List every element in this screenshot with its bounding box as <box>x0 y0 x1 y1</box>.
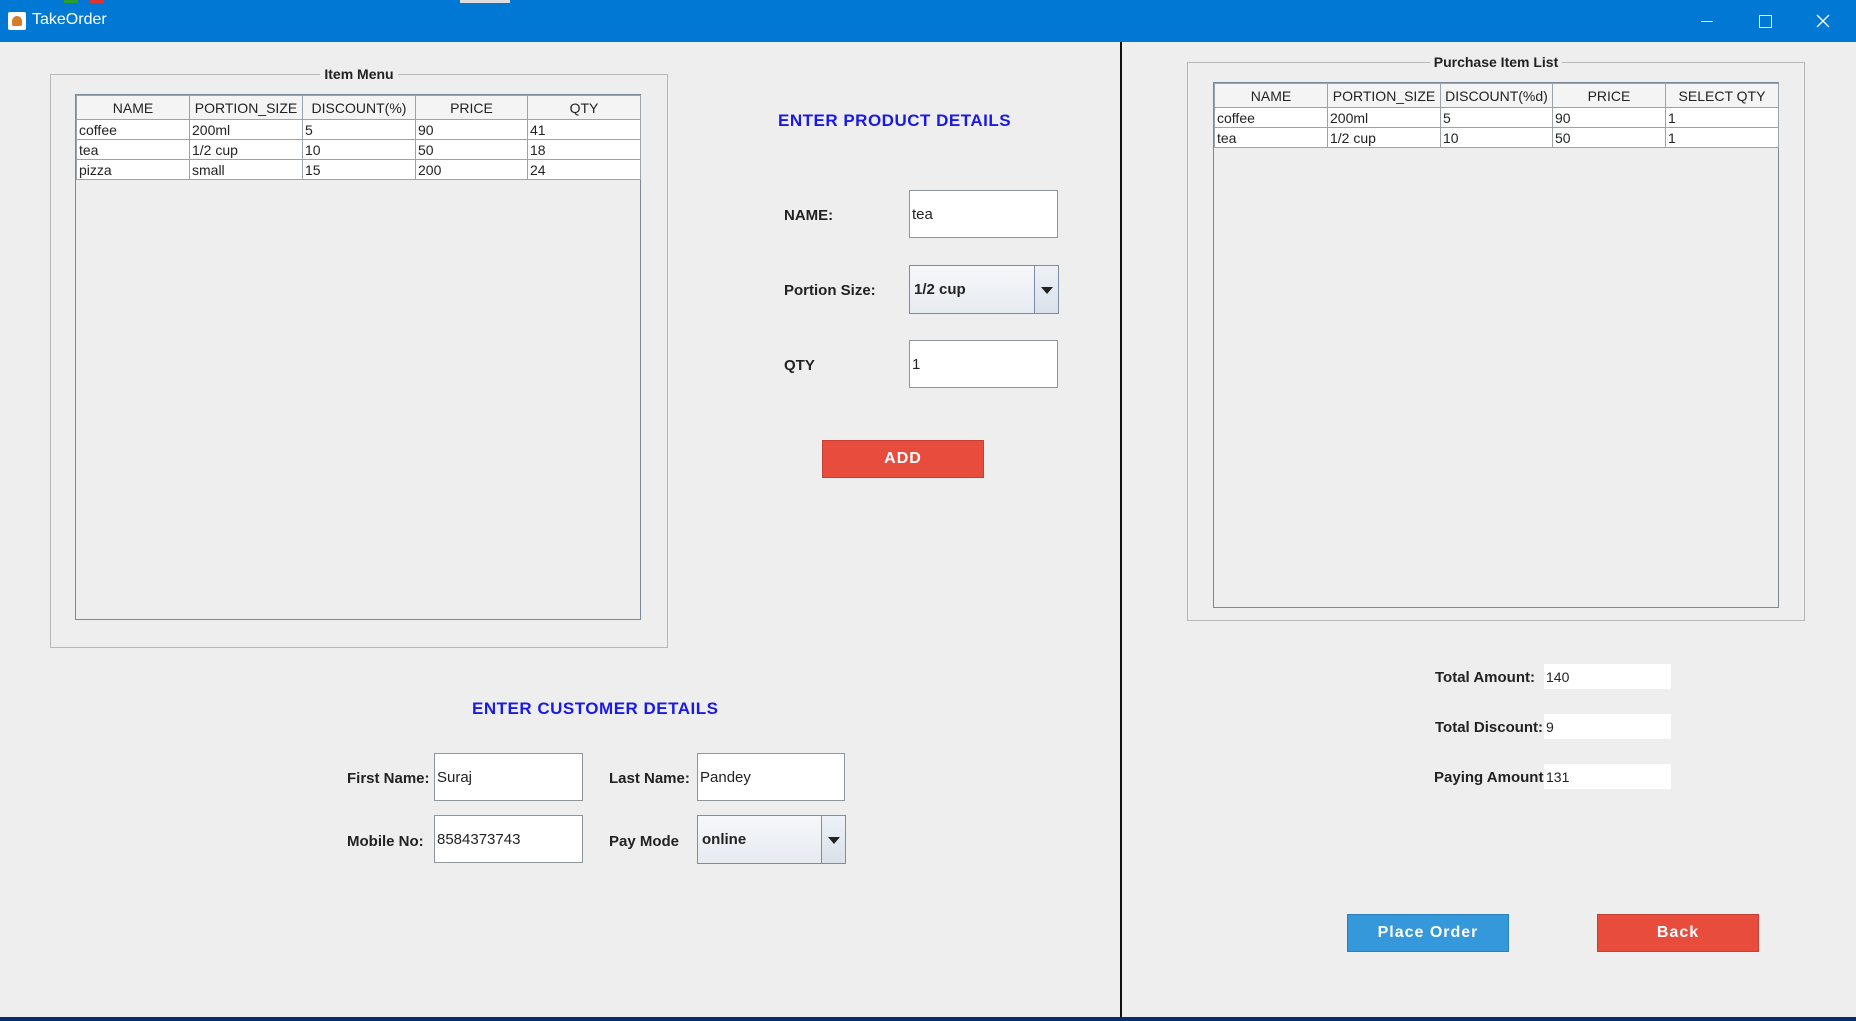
paying-amount-label: Paying Amount: <box>1434 769 1549 786</box>
table-cell[interactable]: 1 <box>1665 127 1779 148</box>
item-menu-title: Item Menu <box>320 66 398 82</box>
paying-amount-field[interactable]: 131 <box>1544 764 1671 789</box>
column-header[interactable]: PORTION_SIZE <box>189 95 303 120</box>
column-header[interactable]: DISCOUNT(%) <box>302 95 416 120</box>
portion-size-dropdown[interactable]: 1/2 cup <box>909 265 1059 314</box>
first-name-field[interactable]: Suraj <box>434 753 583 801</box>
table-cell[interactable]: tea <box>76 139 190 160</box>
column-header[interactable]: NAME <box>76 95 190 120</box>
table-cell[interactable]: 50 <box>1552 127 1666 148</box>
column-header[interactable]: SELECT QTY <box>1665 83 1779 108</box>
taskbar-strip-green <box>64 0 78 3</box>
last-name-label: Last Name: <box>609 770 690 787</box>
window-bottom-edge <box>0 1017 1856 1021</box>
table-cell[interactable]: 24 <box>527 159 641 180</box>
table-cell[interactable]: 10 <box>302 139 416 160</box>
table-cell[interactable]: 200ml <box>189 119 303 140</box>
table-row[interactable]: coffee 200ml 5 90 41 <box>76 119 641 140</box>
table-cell[interactable]: 10 <box>1440 127 1553 148</box>
close-button[interactable] <box>1794 0 1852 42</box>
table-cell[interactable]: 1/2 cup <box>1327 127 1441 148</box>
table-cell[interactable]: 5 <box>1440 107 1553 128</box>
purchase-list-table[interactable]: NAME PORTION_SIZE DISCOUNT(%d) PRICE SEL… <box>1213 82 1779 608</box>
total-amount-field[interactable]: 140 <box>1544 664 1671 689</box>
purchase-header-row: NAME PORTION_SIZE DISCOUNT(%d) PRICE SEL… <box>1214 83 1779 108</box>
table-cell[interactable]: small <box>189 159 303 180</box>
table-row[interactable]: tea 1/2 cup 10 50 18 <box>76 139 641 160</box>
table-row[interactable]: pizza small 15 200 24 <box>76 159 641 180</box>
table-cell[interactable]: 1/2 cup <box>189 139 303 160</box>
item-menu-header-row: NAME PORTION_SIZE DISCOUNT(%) PRICE QTY <box>76 95 641 120</box>
panel-divider <box>1120 42 1122 1021</box>
table-cell[interactable]: 18 <box>527 139 641 160</box>
name-label: NAME: <box>784 207 834 224</box>
table-cell[interactable]: 200ml <box>1327 107 1441 128</box>
pay-mode-value: online <box>702 831 747 848</box>
column-header[interactable]: PRICE <box>415 95 528 120</box>
taskbar-strip-red <box>90 0 104 3</box>
table-cell[interactable]: 5 <box>302 119 416 140</box>
item-menu-table[interactable]: NAME PORTION_SIZE DISCOUNT(%) PRICE QTY … <box>75 94 641 620</box>
table-cell[interactable]: pizza <box>76 159 190 180</box>
column-header[interactable]: DISCOUNT(%d) <box>1440 83 1553 108</box>
java-app-icon <box>8 12 26 30</box>
pay-mode-dropdown[interactable]: online <box>697 815 846 864</box>
chevron-down-icon[interactable] <box>821 816 845 863</box>
product-details-heading: ENTER PRODUCT DETAILS <box>778 111 1012 130</box>
chevron-down-icon[interactable] <box>1034 266 1058 313</box>
first-name-label: First Name: <box>347 770 430 787</box>
maximize-button[interactable] <box>1736 0 1794 42</box>
table-cell[interactable]: 90 <box>415 119 528 140</box>
qty-field[interactable]: 1 <box>909 340 1058 388</box>
table-cell[interactable]: 50 <box>415 139 528 160</box>
table-cell[interactable]: 41 <box>527 119 641 140</box>
back-button[interactable]: Back <box>1597 914 1759 952</box>
minimize-button[interactable] <box>1678 0 1736 42</box>
pay-mode-label: Pay Mode <box>609 833 680 850</box>
portion-size-label: Portion Size: <box>784 282 876 299</box>
table-cell[interactable]: 90 <box>1552 107 1666 128</box>
qty-label: QTY <box>784 357 815 374</box>
column-header[interactable]: PORTION_SIZE <box>1327 83 1441 108</box>
table-cell[interactable]: coffee <box>1214 107 1328 128</box>
taskbar-strip-gray <box>460 0 510 3</box>
table-cell[interactable]: coffee <box>76 119 190 140</box>
customer-details-heading: ENTER CUSTOMER DETAILS <box>472 699 719 718</box>
close-icon <box>1816 14 1830 28</box>
last-name-field[interactable]: Pandey <box>697 753 845 801</box>
title-bar: TakeOrder <box>0 0 1856 42</box>
total-amount-label: Total Amount: <box>1435 669 1535 686</box>
place-order-button[interactable]: Place Order <box>1347 914 1509 952</box>
window-title: TakeOrder <box>32 11 107 28</box>
table-cell[interactable]: 1 <box>1665 107 1779 128</box>
table-row[interactable]: coffee 200ml 5 90 1 <box>1214 107 1779 128</box>
table-row[interactable]: tea 1/2 cup 10 50 1 <box>1214 127 1779 148</box>
table-cell[interactable]: tea <box>1214 127 1328 148</box>
purchase-list-title: Purchase Item List <box>1429 54 1563 70</box>
table-cell[interactable]: 15 <box>302 159 416 180</box>
add-button[interactable]: ADD <box>822 440 984 478</box>
table-cell[interactable]: 200 <box>415 159 528 180</box>
product-name-field[interactable]: tea <box>909 190 1058 238</box>
column-header[interactable]: QTY <box>527 95 641 120</box>
mobile-field[interactable]: 8584373743 <box>434 815 583 863</box>
total-discount-label: Total Discount: <box>1435 719 1544 736</box>
total-discount-field[interactable]: 9 <box>1544 714 1671 739</box>
portion-size-value: 1/2 cup <box>914 281 966 298</box>
column-header[interactable]: NAME <box>1214 83 1328 108</box>
column-header[interactable]: PRICE <box>1552 83 1666 108</box>
mobile-label: Mobile No: <box>347 833 424 850</box>
